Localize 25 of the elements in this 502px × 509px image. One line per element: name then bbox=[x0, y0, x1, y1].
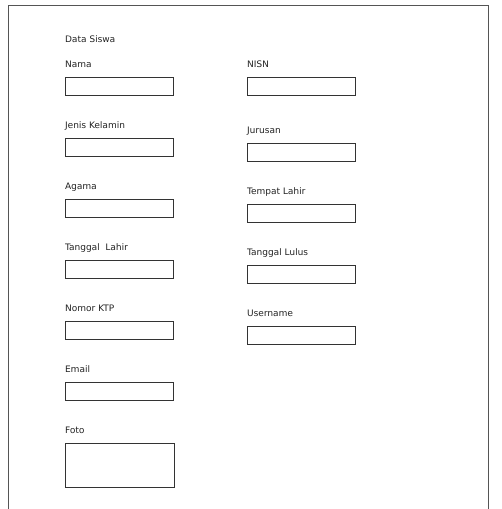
input-field[interactable] bbox=[247, 77, 356, 96]
field-label: Email bbox=[65, 365, 90, 375]
field-label: Nomor KTP bbox=[65, 304, 114, 314]
input-field[interactable] bbox=[65, 199, 174, 218]
field-label: Tempat Lahir bbox=[247, 187, 306, 197]
input-field[interactable] bbox=[247, 204, 356, 223]
input-field[interactable] bbox=[65, 260, 174, 279]
photo-field[interactable] bbox=[65, 443, 175, 488]
input-field[interactable] bbox=[247, 326, 356, 345]
field-label: Foto bbox=[65, 426, 84, 436]
input-field[interactable] bbox=[65, 138, 174, 157]
field-label: NISN bbox=[247, 60, 269, 70]
field-label: Tanggal Lahir bbox=[65, 243, 128, 253]
form-title: Data Siswa bbox=[65, 35, 116, 45]
field-label: Nama bbox=[65, 60, 92, 70]
field-label: Jurusan bbox=[247, 126, 281, 136]
input-field[interactable] bbox=[65, 382, 174, 401]
field-label: Jenis Kelamin bbox=[65, 121, 125, 131]
field-label: Tanggal Lulus bbox=[247, 248, 308, 258]
field-label: Agama bbox=[65, 182, 97, 192]
input-field[interactable] bbox=[247, 265, 356, 284]
input-field[interactable] bbox=[65, 77, 174, 96]
field-label: Username bbox=[247, 309, 293, 319]
input-field[interactable] bbox=[247, 143, 356, 162]
input-field[interactable] bbox=[65, 321, 174, 340]
